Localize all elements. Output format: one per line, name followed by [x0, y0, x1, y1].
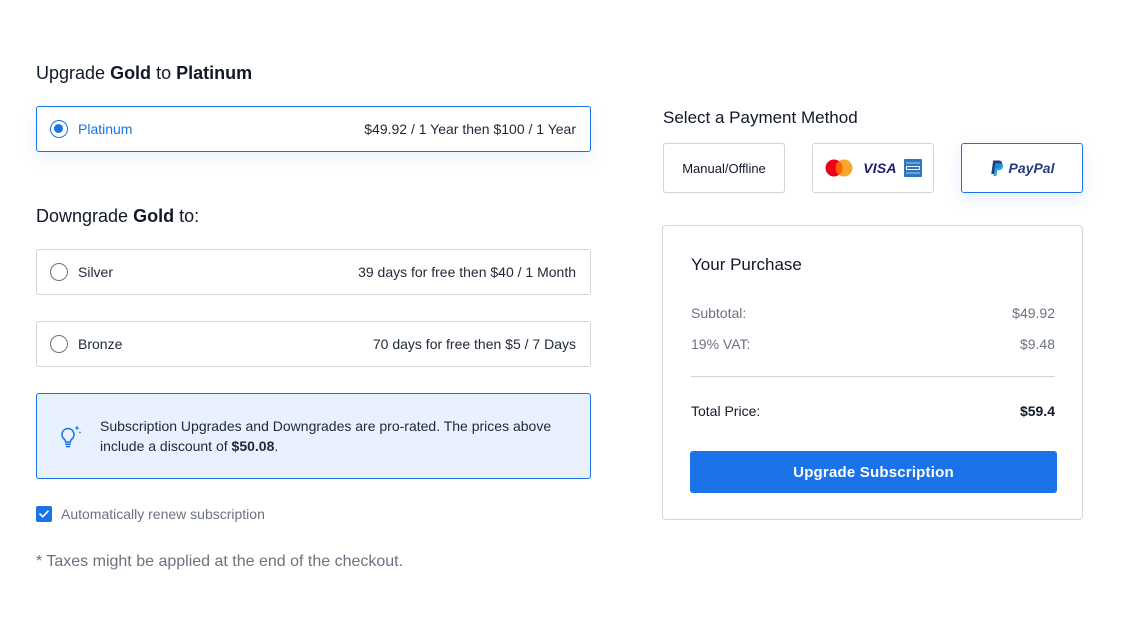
purchase-summary-card: Your Purchase Subtotal: $49.92 19% VAT: … [662, 225, 1083, 520]
vat-value: $9.48 [1019, 336, 1055, 352]
vat-row: 19% VAT: $9.48 [691, 336, 1055, 352]
lightbulb-icon [61, 425, 82, 448]
plan-price: $49.92 / 1 Year then $100 / 1 Year [364, 121, 576, 137]
plan-option-bronze[interactable]: Bronze 70 days for free then $5 / 7 Days [36, 321, 591, 367]
subtotal-value: $49.92 [1012, 305, 1055, 321]
radio-button[interactable] [50, 335, 68, 353]
plan-name: Platinum [78, 121, 133, 137]
total-row: Total Price: $59.4 [691, 403, 1055, 419]
notice-text: Subscription Upgrades and Downgrades are… [100, 418, 552, 454]
checkmark-icon [39, 510, 49, 518]
plan-name: Bronze [78, 336, 123, 352]
taxes-note: * Taxes might be applied at the end of t… [36, 553, 404, 570]
payment-method-manual[interactable]: Manual/Offline [663, 143, 785, 193]
total-label: Total Price: [691, 403, 761, 419]
purchase-title: Your Purchase [691, 255, 802, 274]
radio-button-selected[interactable] [50, 120, 68, 138]
auto-renew-checkbox[interactable] [36, 506, 52, 522]
radio-button[interactable] [50, 263, 68, 281]
upgrade-subscription-button[interactable]: Upgrade Subscription [690, 451, 1057, 493]
plan-name: Silver [78, 264, 114, 280]
upgrade-heading: Upgrade Gold to Platinum [36, 63, 253, 83]
subtotal-row: Subtotal: $49.92 [691, 305, 1055, 321]
vat-label: 19% VAT: [691, 336, 751, 352]
payment-method-label: Manual/Offline [682, 160, 766, 176]
paypal-icon [990, 160, 1003, 176]
plan-option-platinum[interactable]: Platinum $49.92 / 1 Year then $100 / 1 Y… [36, 106, 591, 152]
auto-renew-label: Automatically renew subscription [61, 506, 265, 522]
mastercard-icon [825, 159, 853, 177]
payment-method-cards[interactable]: VISA [812, 143, 934, 193]
plan-option-silver[interactable]: Silver 39 days for free then $40 / 1 Mon… [36, 249, 591, 295]
visa-icon: VISA [863, 160, 897, 176]
auto-renew-row[interactable]: Automatically renew subscription [36, 506, 265, 522]
total-value: $59.4 [1019, 403, 1055, 419]
subtotal-label: Subtotal: [691, 305, 747, 321]
prorate-notice: Subscription Upgrades and Downgrades are… [36, 393, 591, 479]
amex-icon [903, 159, 922, 177]
paypal-wordmark: PayPal [1008, 160, 1055, 176]
plan-price: 39 days for free then $40 / 1 Month [358, 264, 576, 280]
discount-amount: $50.08 [231, 438, 275, 454]
payment-method-title: Select a Payment Method [663, 108, 858, 127]
downgrade-heading: Downgrade Gold to: [36, 206, 200, 226]
payment-method-paypal[interactable]: PayPal [961, 143, 1083, 193]
plan-price: 70 days for free then $5 / 7 Days [372, 336, 576, 352]
summary-divider [691, 376, 1055, 377]
